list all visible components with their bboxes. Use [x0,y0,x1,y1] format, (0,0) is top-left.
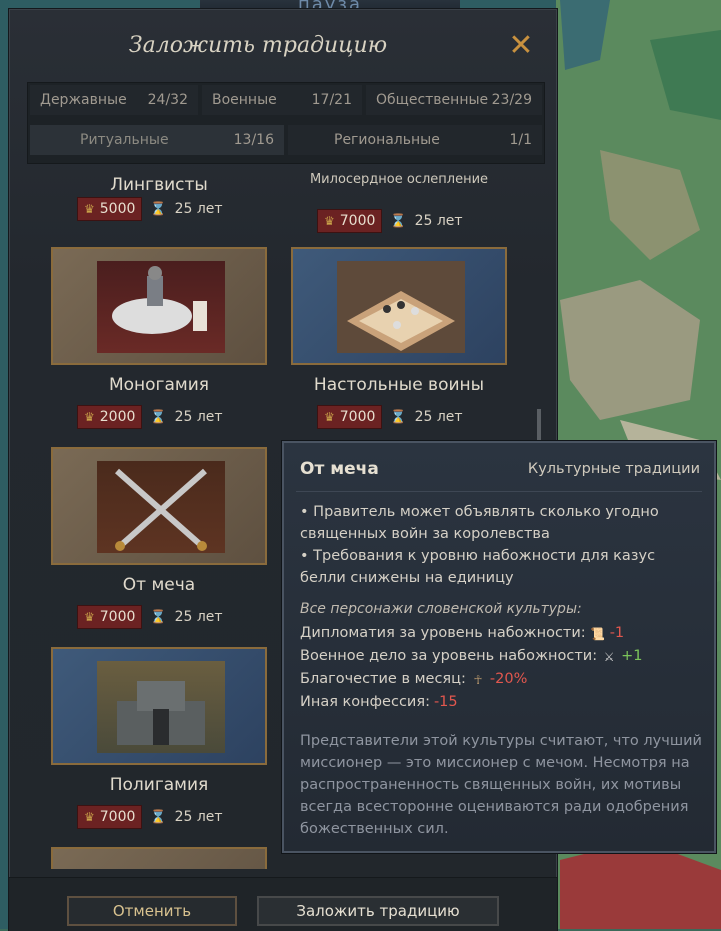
tradition-name: Полигамия [109,775,209,795]
tradition-cost: ♛ 7000 ⌛ 25 лет [317,405,463,429]
effect-line: • Требования к уровню набожности для каз… [300,548,656,586]
chess-board-illustration [337,261,465,353]
tab-military[interactable]: Военные 17/21 [202,85,362,115]
crown-icon: ♛ [84,810,95,824]
crossed-swords-icon: ⚔ [603,649,615,664]
tradition-cost: ♛ 2000 ⌛ 25 лет [77,405,223,429]
dialog-footer: Отменить Заложить традицию [9,877,557,931]
dialog-title: Заложить традицию [128,33,388,58]
tab-realm[interactable]: Державные 24/32 [30,85,198,115]
tooltip-subheader: Все персонажи словенской культуры: [300,601,582,617]
tradition-card-partial[interactable] [51,847,267,869]
cancel-button[interactable]: Отменить [67,896,237,926]
tradition-name: Милосердное ослепление [309,172,489,187]
crown-icon: ♛ [324,410,335,424]
tradition-cost: ♛ 5000 ⌛ 25 лет [77,197,223,221]
close-icon[interactable]: ✕ [507,31,535,61]
tab-societal[interactable]: Общественные 23/29 [366,85,542,115]
category-tabs: Державные 24/32 Военные 17/21 Общественные… [27,82,545,164]
modifier-row: Дипломатия за уровень набожности: 📜 -1 [300,625,625,641]
tooltip-category: Культурные традиции [527,461,700,477]
crown-icon: ♛ [84,410,95,424]
hourglass-icon: ⌛ [150,409,167,425]
tooltip-flavor-text: Представители этой культуры считают, что… [300,733,702,837]
crossed-swords-illustration [97,461,225,553]
modifier-row: Иная конфессия: -15 [300,694,458,710]
tradition-name: От меча [122,575,196,595]
hourglass-icon: ⌛ [390,409,407,425]
modifier-row: Военное дело за уровень набожности: ⚔ +1 [300,648,643,664]
found-tradition-button[interactable]: Заложить традицию [257,896,499,926]
tradition-card-by-the-sword[interactable] [51,447,267,565]
tradition-cost: ♛ 7000 ⌛ 25 лет [77,605,223,629]
hourglass-icon: ⌛ [150,201,167,217]
hourglass-icon: ⌛ [150,609,167,625]
tradition-cost: ♛ 7000 ⌛ 25 лет [317,209,463,233]
tooltip-effects: • Правитель может объявлять сколько угод… [300,501,704,589]
building-illustration [97,661,225,753]
crown-icon: ♛ [324,214,335,228]
tab-regional[interactable]: Региональные 1/1 [288,125,542,155]
tradition-card-monogamy[interactable] [51,247,267,365]
tradition-tooltip: От меча Культурные традиции • Правитель … [282,441,716,853]
tooltip-title: От меча [300,459,379,479]
hourglass-icon: ⌛ [390,213,407,229]
tradition-name: Настольные воины [313,375,485,395]
crown-icon: ♛ [84,202,95,216]
scroll-icon: 📜 [590,626,606,641]
tradition-card-board-warriors[interactable] [291,247,507,365]
tradition-cost: ♛ 7000 ⌛ 25 лет [77,805,223,829]
piety-figure-icon: ☥ [473,672,483,687]
tooltip-modifiers: Дипломатия за уровень набожности: 📜 -1 В… [300,622,642,714]
effect-line: • Правитель может объявлять сколько угод… [300,504,659,542]
tradition-card-polygamy[interactable] [51,647,267,765]
tradition-name: Лингвисты [110,175,208,195]
knight-horse-illustration [97,261,225,353]
crown-icon: ♛ [84,610,95,624]
modifier-row: Благочестие в месяц: ☥ -20% [300,671,528,687]
hourglass-icon: ⌛ [150,809,167,825]
tab-ritual[interactable]: Ритуальные 13/16 [30,125,284,155]
tooltip-divider [296,491,702,492]
tradition-name: Моногамия [108,375,210,395]
